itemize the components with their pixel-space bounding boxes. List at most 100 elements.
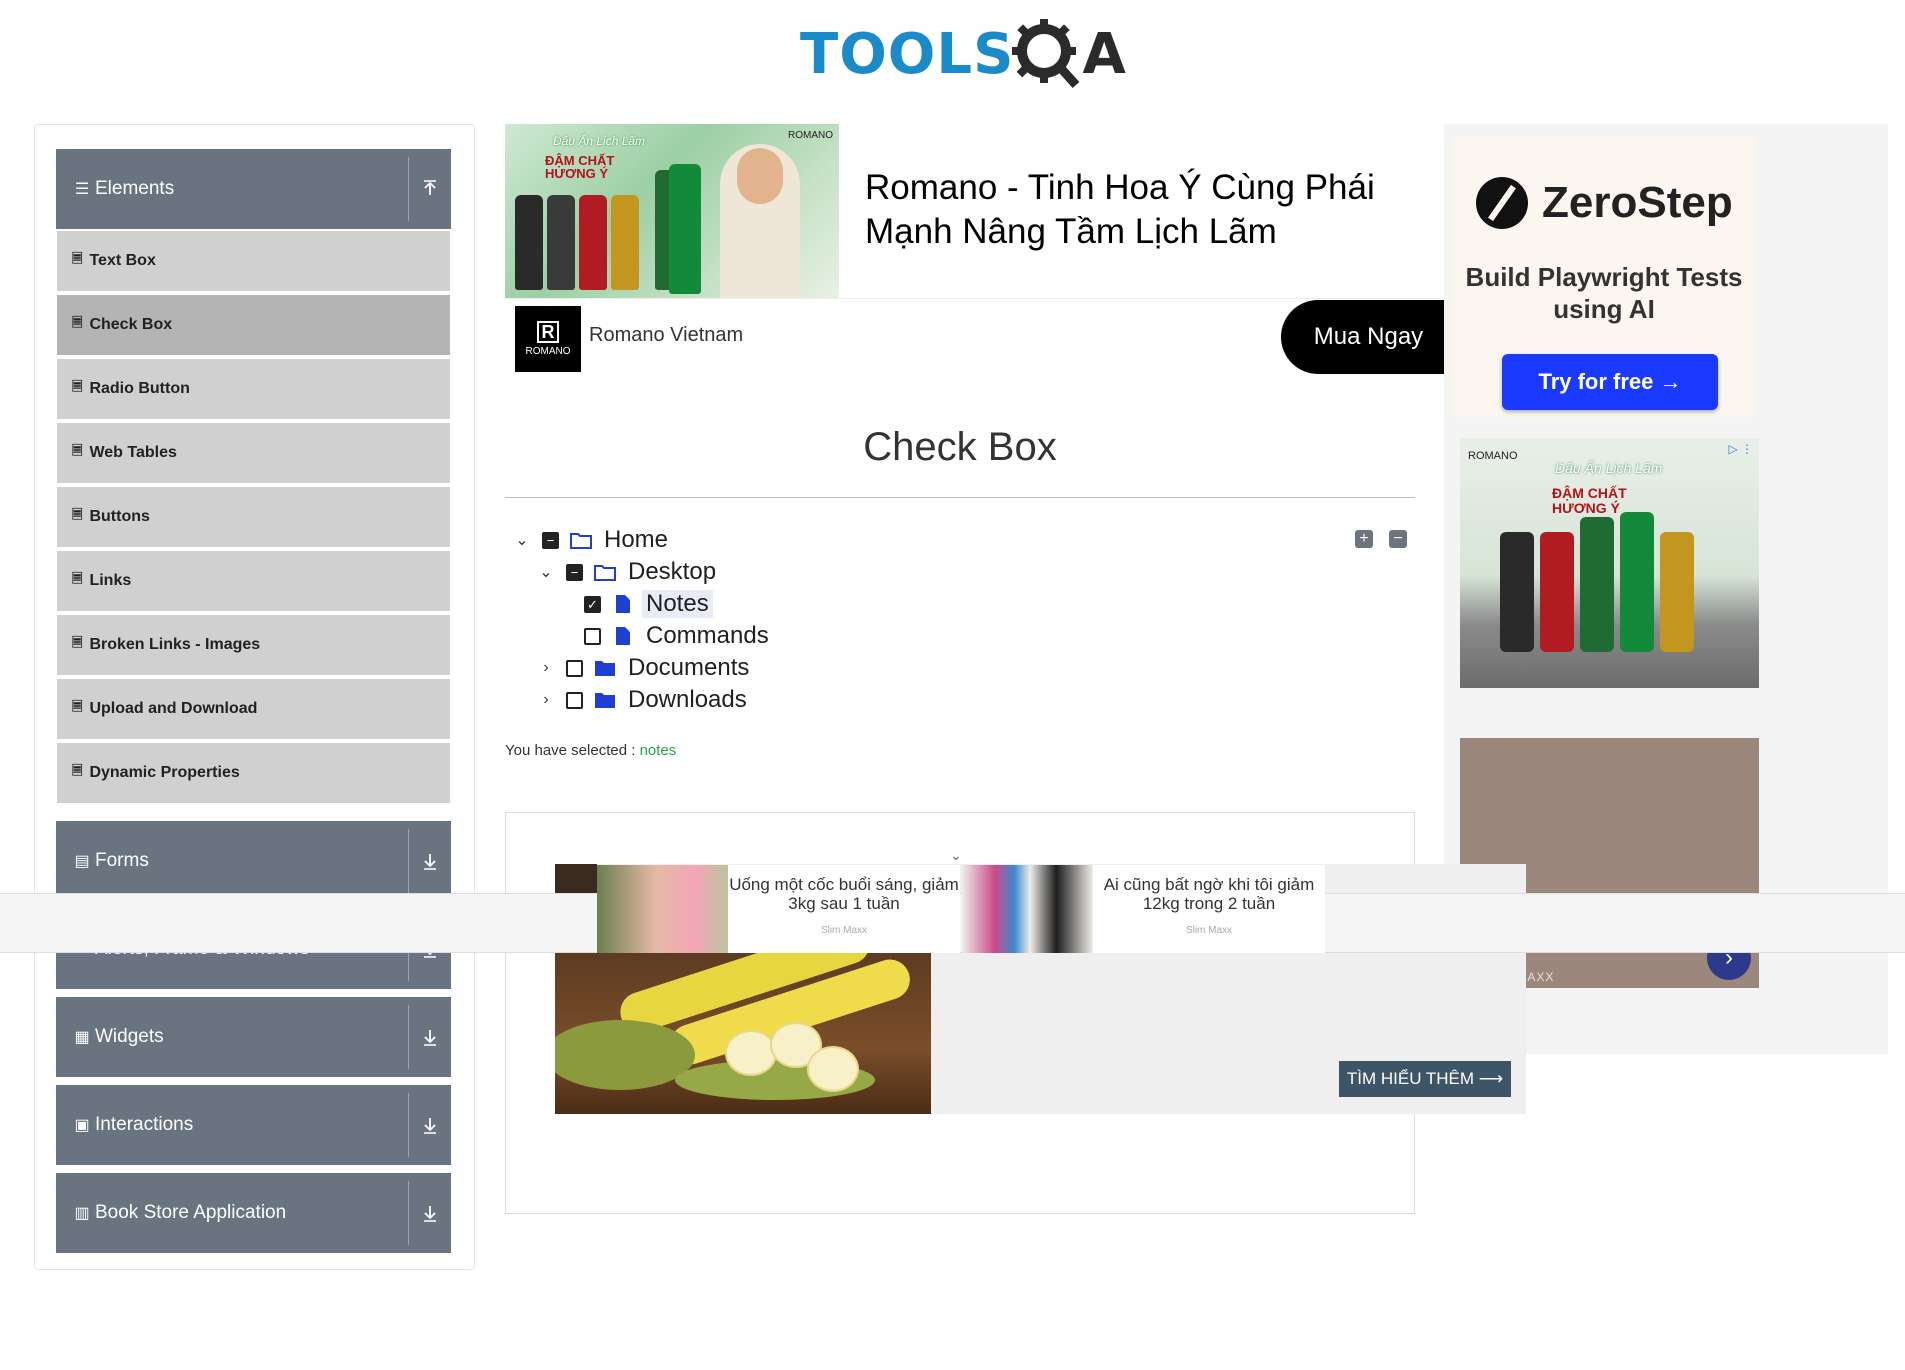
- chevron-down-icon[interactable]: ⌄: [534, 562, 558, 582]
- tree-node-label[interactable]: Notes: [642, 590, 713, 618]
- menu-item-dynamic-properties[interactable]: 🗏 Dynamic Properties: [57, 743, 450, 805]
- gear-magnifier-icon: [1012, 19, 1080, 89]
- menu-item-label: Radio Button: [89, 380, 190, 397]
- menu-item-buttons[interactable]: 🗏 Buttons: [57, 487, 450, 549]
- menu-item-label: Links: [89, 572, 132, 589]
- news-source: Slim Maxx: [820, 925, 868, 936]
- checkbox-partial[interactable]: −: [542, 531, 559, 549]
- minus-square-icon[interactable]: −: [1389, 530, 1407, 548]
- chevron-down-icon[interactable]: ⌄: [950, 847, 962, 864]
- grid-icon: ▦: [74, 1029, 90, 1046]
- romano-side-script: Dấu Ấn Lịch Lãm: [1555, 460, 1663, 476]
- news-card[interactable]: Ai cũng bất ngờ khi tôi giảm 12kg trong …: [962, 865, 1325, 953]
- expand-arrow-icon[interactable]: [409, 1173, 451, 1253]
- chevron-right-icon[interactable]: ›: [534, 659, 558, 677]
- tree-node-downloads[interactable]: › Downloads: [534, 685, 751, 715]
- ad-cta-button[interactable]: Mua Ngay: [1281, 300, 1456, 374]
- menu-item-broken-links[interactable]: 🗏 Broken Links - Images: [57, 615, 450, 677]
- romano-logo[interactable]: R ROMANO: [515, 306, 581, 372]
- tree-node-label[interactable]: Desktop: [624, 558, 720, 586]
- expand-arrow-icon[interactable]: [409, 821, 451, 901]
- ad-advertiser[interactable]: Romano Vietnam: [589, 324, 743, 347]
- html5-icon: 🗏: [72, 635, 83, 650]
- checkbox-unchecked[interactable]: [566, 659, 583, 677]
- zerostep-ad[interactable]: ZeroStep Build Playwright Tests using AI…: [1452, 137, 1756, 417]
- tree-node-label[interactable]: Documents: [624, 654, 753, 682]
- checkbox-unchecked[interactable]: [566, 691, 583, 709]
- folder-icon: [592, 659, 618, 677]
- group-interactions[interactable]: ▣ Interactions: [56, 1085, 451, 1165]
- chevron-right-icon[interactable]: ›: [534, 691, 558, 709]
- selection-result: You have selected : notes: [505, 742, 676, 759]
- page-header: TOOLS A: [0, 0, 1905, 100]
- menu-item-upload-download[interactable]: 🗏 Upload and Download: [57, 679, 450, 741]
- menu-item-radio-button[interactable]: 🗏 Radio Button: [57, 359, 450, 421]
- group-elements[interactable]: ☰ Elements: [56, 149, 451, 229]
- menu-item-text-box[interactable]: 🗏 Text Box: [57, 231, 450, 293]
- result-value: notes: [639, 742, 677, 759]
- tree-node-home[interactable]: ⌄ − Home: [510, 525, 672, 555]
- menu-item-label: Dynamic Properties: [89, 764, 240, 781]
- news-source: Slim Maxx: [1185, 925, 1233, 936]
- checkbox-checked[interactable]: ✓: [584, 595, 601, 613]
- news-headline: Uống một cốc buổi sáng, giảm 3kg sau 1 t…: [729, 875, 959, 913]
- tree-node-notes[interactable]: ✓ Notes: [584, 589, 713, 619]
- tree-node-label[interactable]: Home: [600, 526, 672, 554]
- form-icon: ▤: [74, 853, 90, 870]
- menu-item-links[interactable]: 🗏 Links: [57, 551, 450, 613]
- file-icon: [610, 626, 636, 646]
- zerostep-logo: ZeroStep: [1476, 177, 1733, 229]
- expand-arrow-icon[interactable]: [409, 1085, 451, 1165]
- html5-icon: 🗏: [72, 251, 83, 266]
- tree-node-label[interactable]: Downloads: [624, 686, 751, 714]
- try-for-free-button[interactable]: Try for free →: [1502, 354, 1718, 410]
- menu-item-label: Check Box: [89, 316, 173, 333]
- group-widgets[interactable]: ▦ Widgets: [56, 997, 451, 1077]
- ad-image-slogan: ĐẬM CHẤT HƯƠNG Ý: [545, 153, 615, 181]
- menu-item-label: Upload and Download: [89, 700, 258, 717]
- book-icon: ▥: [74, 1205, 90, 1222]
- html5-icon: 🗏: [72, 571, 83, 586]
- romano-logo-text: ROMANO: [525, 346, 571, 357]
- ad-image-script: Dấu Ấn Lịch Lãm: [553, 134, 646, 148]
- tree-node-label[interactable]: Commands: [642, 622, 773, 650]
- tree-node-commands[interactable]: Commands: [584, 621, 773, 651]
- menu-item-check-box[interactable]: 🗏 Check Box: [57, 295, 450, 357]
- menu-item-web-tables[interactable]: 🗏 Web Tables: [57, 423, 450, 485]
- news-thumbnail: [962, 865, 1093, 953]
- interaction-icon: ▣: [74, 1117, 90, 1134]
- html5-icon: 🗏: [72, 699, 83, 714]
- group-book-store[interactable]: ▥ Book Store Application: [56, 1173, 451, 1253]
- group-forms[interactable]: ▤ Forms: [56, 821, 451, 901]
- left-sidebar: ☰ Elements 🗏 Text Box 🗏 Check Box 🗏 Radio B…: [34, 124, 475, 1270]
- chevron-down-icon[interactable]: ⌄: [510, 530, 534, 550]
- group-label: Interactions: [95, 1114, 194, 1135]
- banana-image: [555, 950, 931, 1114]
- zerostep-logo-icon: [1476, 177, 1528, 229]
- logo-qa-text: A: [1082, 21, 1126, 87]
- menu-item-label: Broken Links - Images: [89, 636, 261, 653]
- romano-banner-ad[interactable]: Dấu Ấn Lịch Lãm ĐẬM CHẤT HƯƠNG Ý ROMANO …: [505, 124, 1456, 374]
- news-card[interactable]: Uống một cốc buổi sáng, giảm 3kg sau 1 t…: [597, 865, 960, 953]
- tree-node-documents[interactable]: › Documents: [534, 653, 753, 683]
- plus-square-icon[interactable]: +: [1355, 530, 1373, 548]
- html5-icon: 🗏: [72, 507, 83, 522]
- folder-open-icon: [568, 531, 594, 549]
- hamburger-icon: ☰: [74, 181, 90, 198]
- toolsqa-logo[interactable]: TOOLS A: [800, 14, 1126, 94]
- ad-title[interactable]: Romano - Tinh Hoa Ý Cùng Phái Mạnh Nâng …: [865, 166, 1425, 254]
- group-label: Book Store Application: [95, 1202, 287, 1223]
- romano-side-logo: ROMANO: [1468, 450, 1518, 462]
- zerostep-tagline: Build Playwright Tests using AI: [1465, 262, 1743, 324]
- menu-item-label: Text Box: [89, 252, 156, 269]
- checkbox-unchecked[interactable]: [584, 627, 601, 645]
- expand-arrow-icon[interactable]: [409, 997, 451, 1077]
- adchoices-icon[interactable]: ▷ ⋮: [1728, 442, 1753, 456]
- learn-more-button[interactable]: TÌM HIỂU THÊM ⟶: [1339, 1061, 1511, 1097]
- menu-item-label: Web Tables: [89, 444, 177, 461]
- checkbox-partial[interactable]: −: [566, 563, 583, 581]
- menu-item-label: Buttons: [89, 508, 150, 525]
- romano-side-ad[interactable]: ROMANO Dấu Ấn Lịch Lãm ĐẬM CHẤT HƯƠNG Ý …: [1460, 438, 1759, 688]
- tree-node-desktop[interactable]: ⌄ − Desktop: [534, 557, 720, 587]
- collapse-arrow-icon[interactable]: [409, 149, 451, 229]
